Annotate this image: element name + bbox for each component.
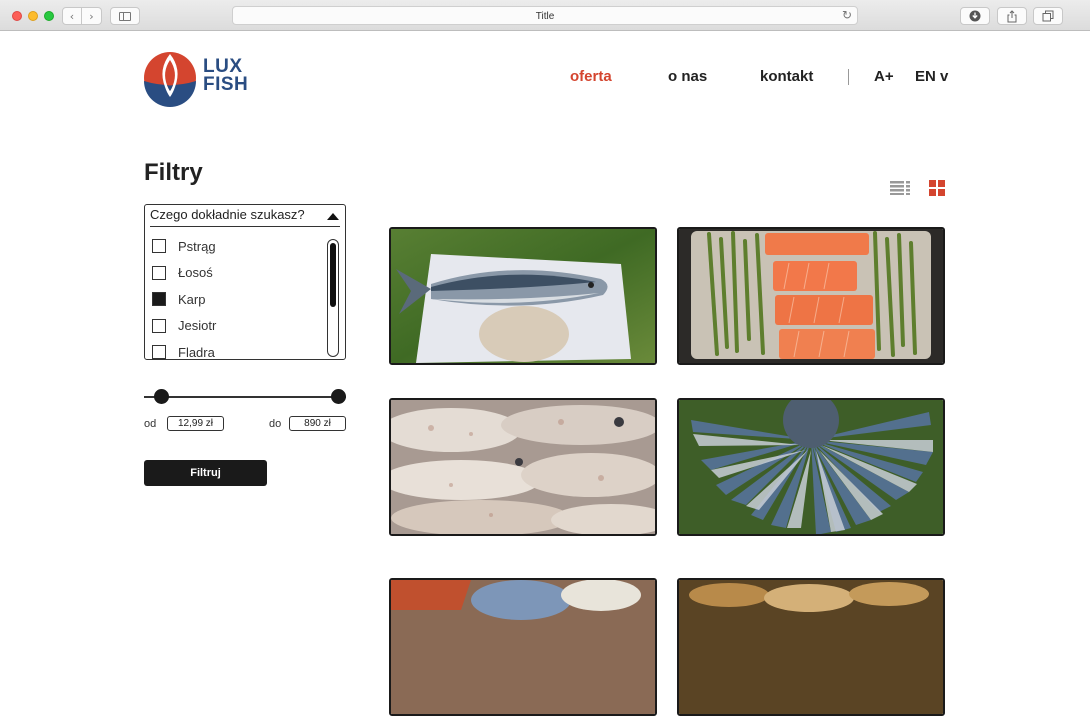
price-range-slider[interactable] [144,389,346,404]
price-from-input[interactable]: 12,99 zł [167,416,224,431]
fish-logo-icon [144,52,196,107]
dropdown-scrollbar[interactable] [327,239,339,357]
scrollbar-thumb[interactable] [330,243,336,307]
reload-icon[interactable]: ↻ [842,8,852,22]
product-card[interactable] [389,227,657,365]
brand-logo[interactable]: LUX FISH [143,51,253,107]
caret-up-icon[interactable] [327,213,339,220]
option-label: Łosoś [178,265,213,281]
window-controls [12,11,54,21]
dropdown-header[interactable]: Czego dokładnie szukasz? [150,205,340,227]
slider-min-handle[interactable] [154,389,169,404]
grid-view-icon[interactable] [929,180,945,196]
price-to-input[interactable]: 890 zł [289,416,346,431]
product-card[interactable] [677,227,945,365]
filter-option-jesiotr[interactable]: Jesiotr [145,313,325,340]
address-bar[interactable]: Title ↻ [232,6,858,25]
nav-item-o-nas[interactable]: o nas [668,68,707,85]
price-from-label: od [144,418,157,430]
product-image-platter [391,580,655,714]
product-card[interactable] [389,398,657,536]
font-size-button[interactable]: A+ [874,68,894,85]
option-label: Jesiotr [178,318,217,334]
sidebar-icon[interactable] [110,7,140,25]
product-image-salmon [679,229,943,363]
checkbox[interactable] [152,265,166,280]
option-label: Fladra [178,344,215,360]
language-selector[interactable]: EN v [915,68,948,85]
checkbox[interactable] [152,318,166,333]
nav-item-kontakt[interactable]: kontakt [760,68,813,85]
product-card[interactable] [677,578,945,716]
brand-name-line2: FISH [203,74,249,95]
share-icon[interactable] [997,7,1027,25]
dropdown-label: Czego dokładnie szukasz? [150,207,305,222]
filter-option-losos[interactable]: Łosoś [145,260,325,287]
back-icon[interactable]: ‹ [62,7,82,25]
price-to-label: do [269,418,282,430]
tab-title: Title [535,11,555,22]
download-icon[interactable] [960,7,990,25]
forward-icon[interactable]: › [82,7,102,25]
filter-option-pstrag[interactable]: Pstrąg [145,233,325,260]
filter-option-karp[interactable]: Karp [145,286,325,313]
product-image-sardines [679,400,943,534]
option-label: Karp [178,291,206,307]
fish-type-dropdown[interactable]: Czego dokładnie szukasz? Pstrąg Łosoś Ka… [144,204,346,360]
filters-title: Filtry [144,159,203,186]
option-label: Pstrąg [178,238,216,254]
close-window-button[interactable] [12,11,22,21]
minimize-window-button[interactable] [28,11,38,21]
checkbox[interactable] [152,345,166,359]
browser-toolbar: ‹ › Title ↻ [0,0,1090,31]
fish-type-list: Pstrąg Łosoś Karp Jesiotr Fladra [145,233,325,360]
slider-track[interactable] [144,396,346,398]
product-image-squid [391,400,655,534]
filter-button[interactable]: Filtruj [144,460,267,486]
zoom-window-button[interactable] [44,11,54,21]
product-image-fried-fish [679,580,943,714]
product-image-mackerel [391,229,655,363]
slider-max-handle[interactable] [331,389,346,404]
filter-option-fladra[interactable]: Fladra [145,339,325,360]
nav-divider [848,69,849,85]
product-card[interactable] [389,578,657,716]
list-view-icon[interactable] [890,181,910,195]
nav-item-oferta[interactable]: oferta [570,68,612,85]
tabs-icon[interactable] [1033,7,1063,25]
checkbox-checked[interactable] [152,292,166,307]
checkbox[interactable] [152,239,166,254]
product-card[interactable] [677,398,945,536]
